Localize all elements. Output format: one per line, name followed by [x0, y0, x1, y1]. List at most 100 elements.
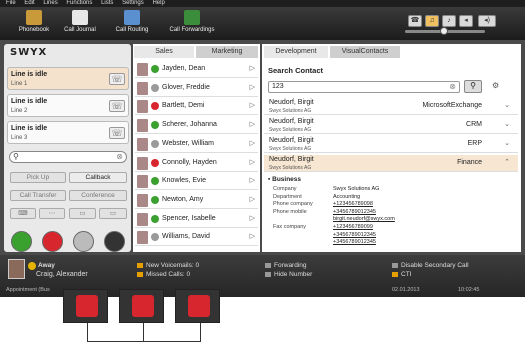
contact-row[interactable]: Spencer, Isabelle ▷ — [135, 210, 258, 228]
forwarding-icon — [265, 262, 271, 268]
call-arrow-icon[interactable]: ▷ — [250, 214, 255, 222]
call-forwardings-button[interactable]: Call Forwardings — [160, 9, 224, 39]
contact-row[interactable]: Jayden, Dean ▷ — [135, 61, 258, 78]
call-arrow-icon[interactable]: ▷ — [250, 195, 255, 203]
speaker-icon[interactable]: ◂ — [459, 15, 473, 27]
detail-label: Fax company — [273, 224, 307, 230]
hangup-button[interactable] — [42, 231, 63, 252]
forwarding-toggle[interactable]: Forwarding — [265, 262, 307, 269]
contact-row[interactable]: Knowles, Evie ▷ — [135, 173, 258, 191]
line-1-button[interactable]: Line is idle Line 1 ☏ — [7, 67, 129, 90]
result-source: MicrosoftExchange — [422, 102, 482, 109]
conference-button[interactable]: Conference — [69, 190, 127, 201]
accept-call-button[interactable] — [11, 231, 32, 252]
menu-edit[interactable]: Edit — [24, 0, 34, 6]
call-arrow-icon[interactable]: ▷ — [250, 64, 255, 72]
contact-row[interactable]: Scherer, Johanna ▷ — [135, 117, 258, 135]
phone-icon[interactable]: ☎ — [408, 15, 422, 27]
menu-lines[interactable]: Lines — [43, 0, 57, 6]
tab-visualcontacts[interactable]: VisualContacts — [330, 46, 400, 58]
tab-development[interactable]: Development — [264, 46, 328, 58]
search-result-row[interactable]: Neudorf, Birgit Swyx Solutions AG Finance ⌃ — [264, 155, 518, 172]
line-3-button[interactable]: Line is idle Line 3 ☏ — [7, 121, 129, 144]
contact-name: Glover, Freddie — [162, 83, 210, 91]
search-result-row[interactable]: Neudorf, Birgit Swyx Solutions AG Microsof… — [264, 98, 518, 115]
detail-value[interactable]: +123456789099 — [333, 224, 373, 230]
tab-sales[interactable]: Sales — [134, 46, 194, 58]
call-arrow-icon[interactable]: ▷ — [250, 120, 255, 128]
contact-row[interactable]: Williams, David ▷ — [135, 229, 258, 247]
hold-button[interactable] — [73, 231, 94, 252]
avatar[interactable] — [8, 259, 25, 279]
search-contact-input[interactable]: 123 ⊗ — [268, 81, 460, 93]
detail-value[interactable]: +3456789012345 — [333, 239, 376, 245]
notification-button-3[interactable] — [175, 289, 220, 323]
call-routing-button[interactable]: Call Routing — [108, 9, 156, 39]
voicemail-status[interactable]: New Voicemails: 0 — [137, 262, 199, 269]
search-result-row[interactable]: Neudorf, Birgit Swyx Solutions AG CRM ⌄ — [264, 117, 518, 134]
cti-toggle[interactable]: CTI — [392, 271, 411, 278]
detail-value[interactable]: birgit.neudorf@swyx.com — [333, 216, 395, 222]
hide-number-toggle[interactable]: Hide Number — [265, 271, 312, 278]
menu-functions[interactable]: Functions — [66, 0, 92, 6]
search-icon: ⚲ — [470, 81, 476, 90]
chevron-up-icon[interactable]: ⌃ — [504, 158, 510, 166]
call-arrow-icon[interactable]: ▷ — [250, 139, 255, 147]
note-icon[interactable]: ▭ — [99, 208, 127, 219]
call-arrow-icon[interactable]: ▷ — [250, 158, 255, 166]
disable-secondary-call-toggle[interactable]: Disable Secondary Call — [392, 262, 469, 269]
business-heading: ▪ Business — [268, 176, 302, 183]
mic-mute-icon[interactable]: ♪ — [442, 15, 456, 27]
voicemail-icon — [137, 262, 143, 268]
line-2-button[interactable]: Line is idle Line 2 ☏ — [7, 94, 129, 117]
call-transfer-button[interactable]: Call Transfer — [10, 190, 66, 201]
phonebook-button[interactable]: Phonebook — [10, 9, 58, 39]
detail-value[interactable]: +123456789098 — [333, 201, 373, 207]
missed-calls-status[interactable]: Missed Calls: 0 — [137, 271, 190, 278]
contact-row[interactable]: Newton, Amy ▷ — [135, 191, 258, 209]
dial-input[interactable]: ⚲ ⊗ — [9, 151, 127, 163]
detail-value[interactable]: +3456789012345 — [333, 209, 376, 215]
call-arrow-icon[interactable]: ▷ — [250, 176, 255, 184]
notification-button-2[interactable] — [119, 289, 164, 323]
call-arrow-icon[interactable]: ▷ — [250, 101, 255, 109]
chevron-down-icon[interactable]: ⌄ — [504, 120, 510, 128]
call-arrow-icon[interactable]: ▷ — [250, 83, 255, 91]
tab-marketing[interactable]: Marketing — [196, 46, 258, 58]
pickup-button[interactable]: Pick Up — [10, 172, 66, 183]
presence-status[interactable]: Away — [38, 262, 55, 269]
dial-options-icon[interactable]: ⋯ — [39, 208, 65, 219]
menu-file[interactable]: File — [6, 0, 16, 6]
detail-value: Accounting — [333, 193, 361, 200]
handset-icon: ☏ — [109, 73, 125, 85]
callback-button[interactable]: Callback — [69, 172, 127, 183]
result-name: Neudorf, Birgit — [269, 137, 314, 144]
menu-lists[interactable]: Lists — [101, 0, 113, 6]
notification-button-1[interactable] — [63, 289, 108, 323]
call-arrow-icon[interactable]: ▷ — [250, 232, 255, 240]
record-icon[interactable]: ▭ — [69, 208, 96, 219]
volume-icon[interactable]: ◂) — [478, 15, 496, 27]
menu-settings[interactable]: Settings — [122, 0, 144, 6]
contact-row[interactable]: Connolly, Hayden ▷ — [135, 154, 258, 172]
chevron-down-icon[interactable]: ⌄ — [504, 101, 510, 109]
keypad-icon[interactable]: ⌨ — [10, 208, 36, 219]
hide-number-icon — [265, 271, 271, 277]
contact-row[interactable]: Glover, Freddie ▷ — [135, 79, 258, 97]
settings-icon[interactable]: ⚙ — [492, 81, 499, 90]
search-result-row[interactable]: Neudorf, Birgit Swyx Solutions AG ERP ⌄ — [264, 136, 518, 153]
offline-status-icon — [151, 139, 159, 148]
connector-line — [87, 341, 201, 342]
call-journal-button[interactable]: Call Journal — [56, 9, 104, 39]
clear-icon[interactable]: ⊗ — [449, 82, 456, 91]
chevron-down-icon[interactable]: ⌄ — [504, 139, 510, 147]
search-button[interactable]: ⚲ — [464, 80, 482, 93]
headset-icon[interactable]: ♫ — [425, 15, 439, 27]
volume-slider-knob[interactable] — [440, 27, 448, 35]
clear-icon[interactable]: ⊗ — [116, 152, 123, 161]
record-call-button[interactable] — [104, 231, 125, 252]
contact-row[interactable]: Webster, William ▷ — [135, 135, 258, 153]
menu-help[interactable]: Help — [152, 0, 164, 6]
detail-value[interactable]: +3456789012345 — [333, 232, 376, 238]
contact-row[interactable]: Bartlett, Demi ▷ — [135, 98, 258, 116]
